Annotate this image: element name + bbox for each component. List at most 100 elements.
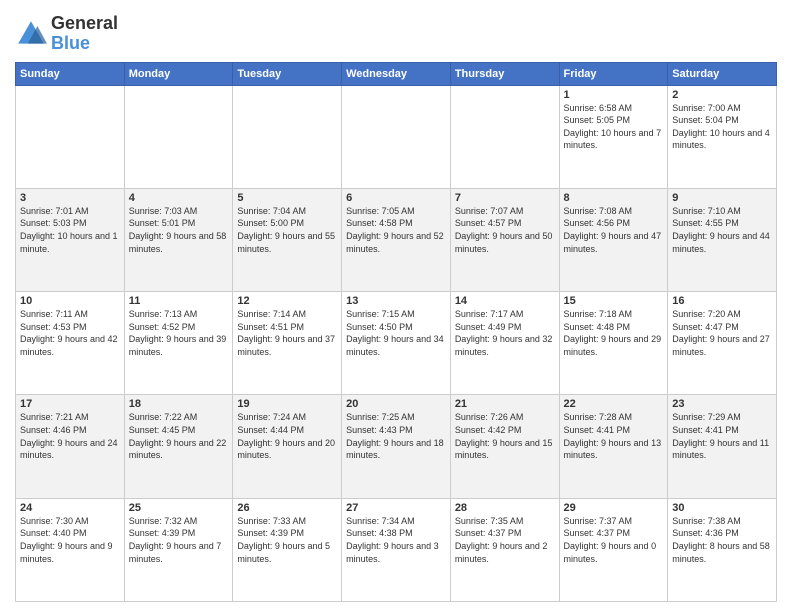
calendar-cell: 17Sunrise: 7:21 AM Sunset: 4:46 PM Dayli… (16, 395, 125, 498)
calendar-cell: 29Sunrise: 7:37 AM Sunset: 4:37 PM Dayli… (559, 498, 668, 601)
weekday-header-row: SundayMondayTuesdayWednesdayThursdayFrid… (16, 62, 777, 85)
calendar-week-3: 17Sunrise: 7:21 AM Sunset: 4:46 PM Dayli… (16, 395, 777, 498)
day-info: Sunrise: 7:01 AM Sunset: 5:03 PM Dayligh… (20, 205, 120, 255)
day-info: Sunrise: 7:17 AM Sunset: 4:49 PM Dayligh… (455, 308, 555, 358)
logo-icon (15, 18, 47, 50)
weekday-header-wednesday: Wednesday (342, 62, 451, 85)
calendar-cell (16, 85, 125, 188)
calendar-cell: 6Sunrise: 7:05 AM Sunset: 4:58 PM Daylig… (342, 188, 451, 291)
calendar-cell: 26Sunrise: 7:33 AM Sunset: 4:39 PM Dayli… (233, 498, 342, 601)
calendar-week-2: 10Sunrise: 7:11 AM Sunset: 4:53 PM Dayli… (16, 292, 777, 395)
calendar-cell: 23Sunrise: 7:29 AM Sunset: 4:41 PM Dayli… (668, 395, 777, 498)
day-info: Sunrise: 7:14 AM Sunset: 4:51 PM Dayligh… (237, 308, 337, 358)
calendar-cell (124, 85, 233, 188)
calendar-cell: 9Sunrise: 7:10 AM Sunset: 4:55 PM Daylig… (668, 188, 777, 291)
day-number: 6 (346, 192, 446, 204)
day-info: Sunrise: 7:11 AM Sunset: 4:53 PM Dayligh… (20, 308, 120, 358)
day-info: Sunrise: 7:08 AM Sunset: 4:56 PM Dayligh… (564, 205, 664, 255)
weekday-header-friday: Friday (559, 62, 668, 85)
day-number: 7 (455, 192, 555, 204)
calendar-cell: 13Sunrise: 7:15 AM Sunset: 4:50 PM Dayli… (342, 292, 451, 395)
day-info: Sunrise: 7:21 AM Sunset: 4:46 PM Dayligh… (20, 411, 120, 461)
day-number: 10 (20, 295, 120, 307)
calendar-cell: 4Sunrise: 7:03 AM Sunset: 5:01 PM Daylig… (124, 188, 233, 291)
logo-text: General Blue (51, 14, 118, 54)
calendar-cell: 27Sunrise: 7:34 AM Sunset: 4:38 PM Dayli… (342, 498, 451, 601)
calendar-cell: 16Sunrise: 7:20 AM Sunset: 4:47 PM Dayli… (668, 292, 777, 395)
day-info: Sunrise: 7:33 AM Sunset: 4:39 PM Dayligh… (237, 515, 337, 565)
weekday-header-monday: Monday (124, 62, 233, 85)
day-number: 1 (564, 89, 664, 101)
day-info: Sunrise: 7:34 AM Sunset: 4:38 PM Dayligh… (346, 515, 446, 565)
calendar-week-4: 24Sunrise: 7:30 AM Sunset: 4:40 PM Dayli… (16, 498, 777, 601)
calendar-cell: 12Sunrise: 7:14 AM Sunset: 4:51 PM Dayli… (233, 292, 342, 395)
header: General Blue (15, 10, 777, 54)
day-info: Sunrise: 7:37 AM Sunset: 4:37 PM Dayligh… (564, 515, 664, 565)
day-info: Sunrise: 7:29 AM Sunset: 4:41 PM Dayligh… (672, 411, 772, 461)
calendar-cell: 7Sunrise: 7:07 AM Sunset: 4:57 PM Daylig… (450, 188, 559, 291)
calendar-cell: 22Sunrise: 7:28 AM Sunset: 4:41 PM Dayli… (559, 395, 668, 498)
day-number: 24 (20, 502, 120, 514)
day-info: Sunrise: 7:03 AM Sunset: 5:01 PM Dayligh… (129, 205, 229, 255)
day-number: 4 (129, 192, 229, 204)
day-number: 26 (237, 502, 337, 514)
day-number: 11 (129, 295, 229, 307)
day-info: Sunrise: 7:05 AM Sunset: 4:58 PM Dayligh… (346, 205, 446, 255)
calendar-week-0: 1Sunrise: 6:58 AM Sunset: 5:05 PM Daylig… (16, 85, 777, 188)
calendar-cell: 1Sunrise: 6:58 AM Sunset: 5:05 PM Daylig… (559, 85, 668, 188)
day-info: Sunrise: 7:04 AM Sunset: 5:00 PM Dayligh… (237, 205, 337, 255)
calendar-week-1: 3Sunrise: 7:01 AM Sunset: 5:03 PM Daylig… (16, 188, 777, 291)
calendar-cell: 24Sunrise: 7:30 AM Sunset: 4:40 PM Dayli… (16, 498, 125, 601)
calendar-cell: 21Sunrise: 7:26 AM Sunset: 4:42 PM Dayli… (450, 395, 559, 498)
day-number: 15 (564, 295, 664, 307)
calendar-cell: 2Sunrise: 7:00 AM Sunset: 5:04 PM Daylig… (668, 85, 777, 188)
calendar-cell: 19Sunrise: 7:24 AM Sunset: 4:44 PM Dayli… (233, 395, 342, 498)
day-info: Sunrise: 7:20 AM Sunset: 4:47 PM Dayligh… (672, 308, 772, 358)
day-number: 12 (237, 295, 337, 307)
day-info: Sunrise: 7:15 AM Sunset: 4:50 PM Dayligh… (346, 308, 446, 358)
day-number: 29 (564, 502, 664, 514)
calendar-cell: 11Sunrise: 7:13 AM Sunset: 4:52 PM Dayli… (124, 292, 233, 395)
day-info: Sunrise: 7:26 AM Sunset: 4:42 PM Dayligh… (455, 411, 555, 461)
day-info: Sunrise: 6:58 AM Sunset: 5:05 PM Dayligh… (564, 102, 664, 152)
calendar-table: SundayMondayTuesdayWednesdayThursdayFrid… (15, 62, 777, 602)
day-info: Sunrise: 7:18 AM Sunset: 4:48 PM Dayligh… (564, 308, 664, 358)
day-number: 25 (129, 502, 229, 514)
day-info: Sunrise: 7:32 AM Sunset: 4:39 PM Dayligh… (129, 515, 229, 565)
day-info: Sunrise: 7:07 AM Sunset: 4:57 PM Dayligh… (455, 205, 555, 255)
weekday-header-thursday: Thursday (450, 62, 559, 85)
day-info: Sunrise: 7:24 AM Sunset: 4:44 PM Dayligh… (237, 411, 337, 461)
day-number: 21 (455, 398, 555, 410)
calendar-cell: 10Sunrise: 7:11 AM Sunset: 4:53 PM Dayli… (16, 292, 125, 395)
calendar-cell: 20Sunrise: 7:25 AM Sunset: 4:43 PM Dayli… (342, 395, 451, 498)
day-number: 18 (129, 398, 229, 410)
day-number: 2 (672, 89, 772, 101)
day-info: Sunrise: 7:00 AM Sunset: 5:04 PM Dayligh… (672, 102, 772, 152)
weekday-header-tuesday: Tuesday (233, 62, 342, 85)
weekday-header-saturday: Saturday (668, 62, 777, 85)
page: General Blue SundayMondayTuesdayWednesda… (0, 0, 792, 612)
weekday-header-sunday: Sunday (16, 62, 125, 85)
day-number: 3 (20, 192, 120, 204)
day-info: Sunrise: 7:28 AM Sunset: 4:41 PM Dayligh… (564, 411, 664, 461)
day-number: 14 (455, 295, 555, 307)
day-number: 19 (237, 398, 337, 410)
logo: General Blue (15, 14, 118, 54)
calendar-cell (342, 85, 451, 188)
day-number: 17 (20, 398, 120, 410)
calendar-cell: 28Sunrise: 7:35 AM Sunset: 4:37 PM Dayli… (450, 498, 559, 601)
day-number: 13 (346, 295, 446, 307)
day-number: 22 (564, 398, 664, 410)
day-number: 5 (237, 192, 337, 204)
calendar-cell: 15Sunrise: 7:18 AM Sunset: 4:48 PM Dayli… (559, 292, 668, 395)
day-info: Sunrise: 7:38 AM Sunset: 4:36 PM Dayligh… (672, 515, 772, 565)
day-number: 23 (672, 398, 772, 410)
calendar-cell: 8Sunrise: 7:08 AM Sunset: 4:56 PM Daylig… (559, 188, 668, 291)
day-number: 8 (564, 192, 664, 204)
day-info: Sunrise: 7:10 AM Sunset: 4:55 PM Dayligh… (672, 205, 772, 255)
calendar-cell: 5Sunrise: 7:04 AM Sunset: 5:00 PM Daylig… (233, 188, 342, 291)
day-number: 16 (672, 295, 772, 307)
day-number: 20 (346, 398, 446, 410)
day-info: Sunrise: 7:35 AM Sunset: 4:37 PM Dayligh… (455, 515, 555, 565)
calendar-cell: 30Sunrise: 7:38 AM Sunset: 4:36 PM Dayli… (668, 498, 777, 601)
